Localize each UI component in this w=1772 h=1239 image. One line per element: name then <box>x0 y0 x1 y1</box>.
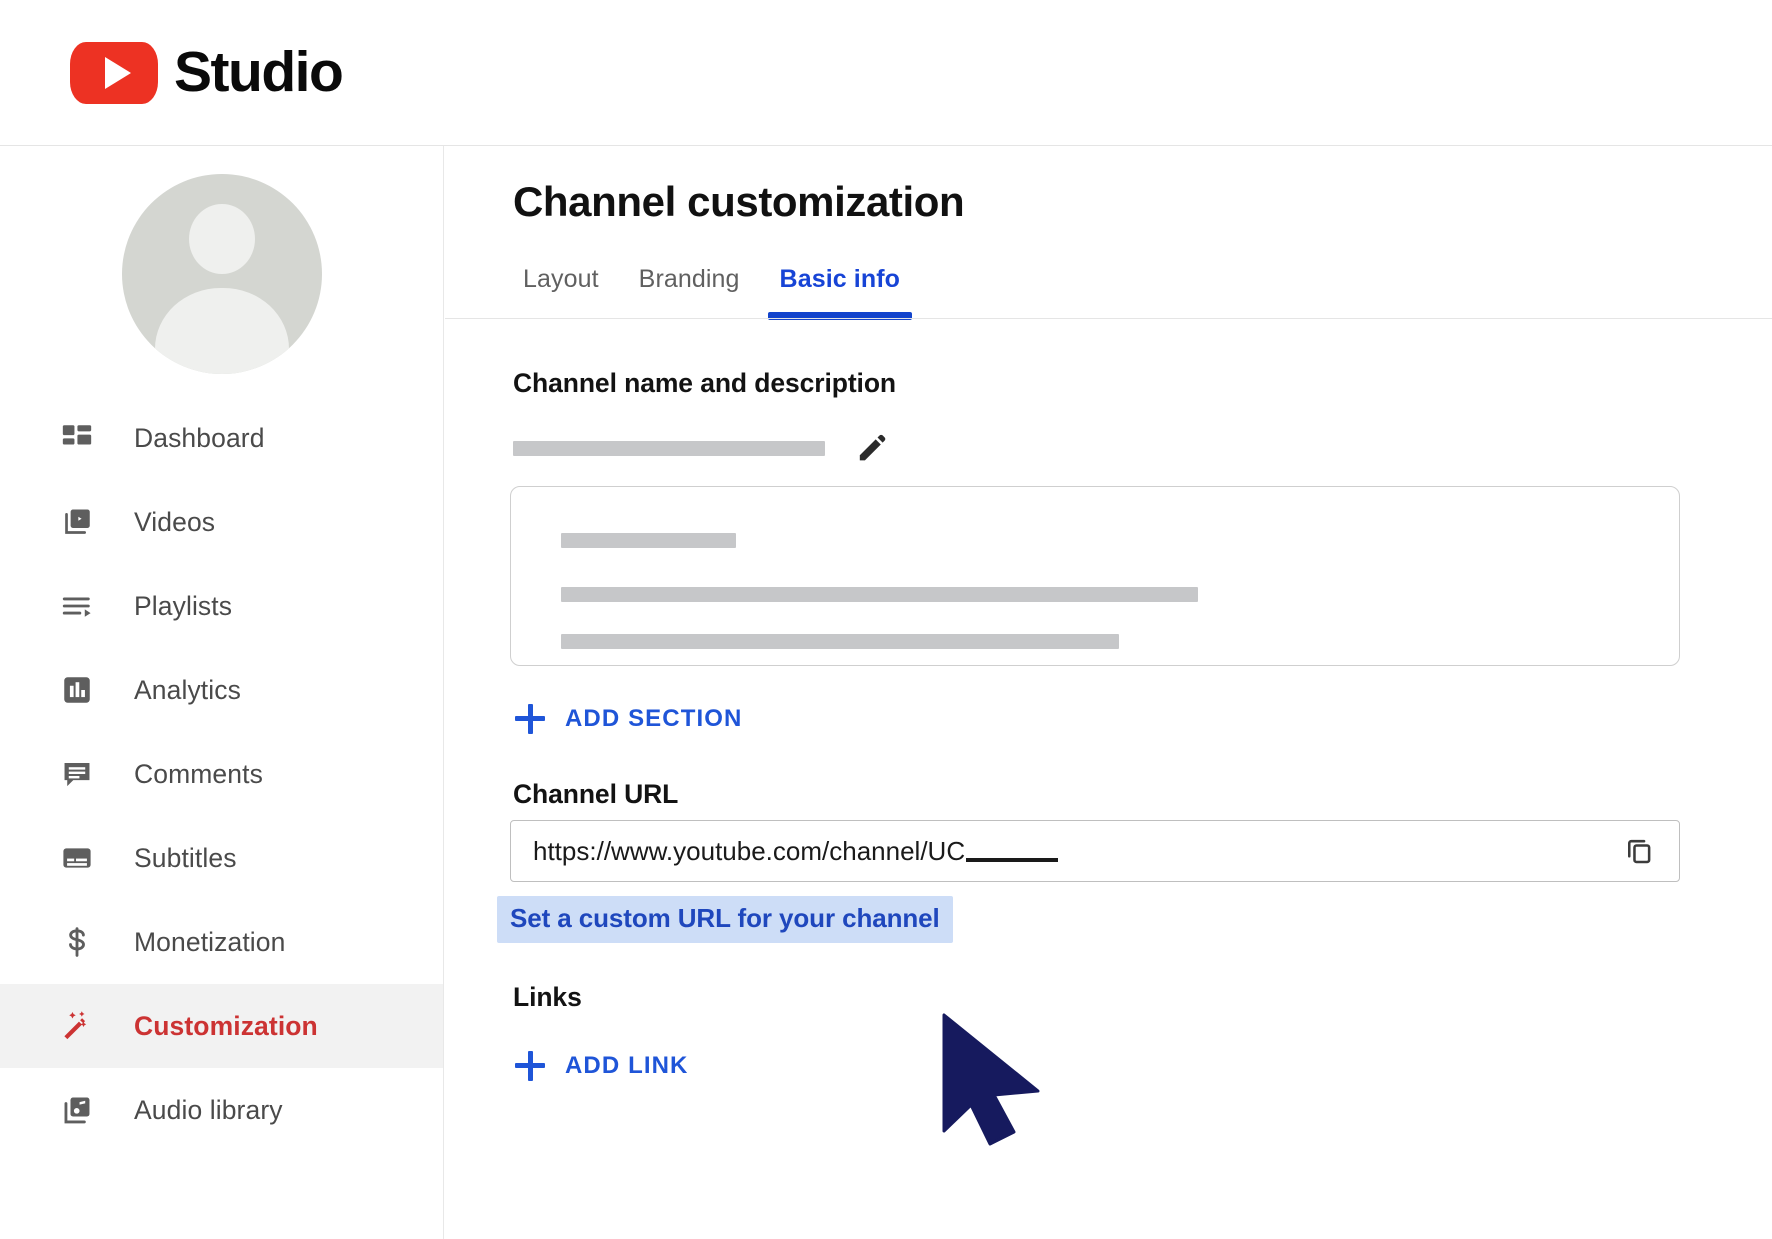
channel-avatar-zone <box>0 146 443 394</box>
sidebar-item-label: Analytics <box>134 675 241 706</box>
copy-icon[interactable] <box>1623 834 1657 868</box>
sidebar-item-playlists[interactable]: Playlists <box>0 564 443 648</box>
pencil-icon[interactable] <box>855 431 889 465</box>
youtube-studio-window: Studio Dashboard <box>0 0 1772 1239</box>
videos-icon <box>58 503 96 541</box>
tab-branding[interactable]: Branding <box>619 265 760 320</box>
sidebar-item-audio-library[interactable]: Audio library <box>0 1068 443 1152</box>
tab-basic-info[interactable]: Basic info <box>760 265 920 320</box>
description-redacted-line <box>561 587 1198 602</box>
sidebar-item-label: Audio library <box>134 1095 283 1126</box>
add-section-button[interactable]: ADD SECTION <box>515 704 742 734</box>
channel-url-redacted-id <box>966 858 1058 862</box>
youtube-play-icon <box>70 42 158 104</box>
channel-url-value: https://www.youtube.com/channel/UC <box>533 836 965 866</box>
sidebar: Dashboard Videos <box>0 146 444 1239</box>
sidebar-item-customization[interactable]: Customization <box>0 984 443 1068</box>
add-link-label: ADD LINK <box>565 1052 688 1080</box>
default-avatar-placeholder-body <box>155 288 289 374</box>
tab-bar: Layout Branding Basic info <box>513 258 920 320</box>
sidebar-item-label: Videos <box>134 507 215 538</box>
channel-url-input[interactable]: https://www.youtube.com/channel/UC <box>510 820 1680 882</box>
channel-description-box[interactable] <box>510 486 1680 666</box>
sidebar-item-label: Monetization <box>134 927 285 958</box>
add-link-button[interactable]: ADD LINK <box>515 1051 688 1081</box>
description-redacted-line <box>561 634 1119 649</box>
playlists-icon <box>58 587 96 625</box>
sidebar-item-analytics[interactable]: Analytics <box>0 648 443 732</box>
sidebar-item-label: Playlists <box>134 591 232 622</box>
dashboard-icon <box>58 419 96 457</box>
description-redacted-line <box>561 533 736 548</box>
sidebar-item-videos[interactable]: Videos <box>0 480 443 564</box>
subtitles-icon <box>58 839 96 877</box>
tab-bar-divider <box>445 318 1772 319</box>
avatar[interactable] <box>122 174 322 374</box>
sidebar-item-monetization[interactable]: Monetization <box>0 900 443 984</box>
default-avatar-placeholder-head <box>189 204 255 274</box>
set-custom-url-link[interactable]: Set a custom URL for your channel <box>497 896 953 943</box>
channel-url-label: Channel URL <box>513 779 678 810</box>
tab-layout[interactable]: Layout <box>513 265 619 320</box>
sidebar-item-comments[interactable]: Comments <box>0 732 443 816</box>
magic-wand-icon <box>58 1007 96 1045</box>
comments-icon <box>58 755 96 793</box>
sidebar-item-label: Subtitles <box>134 843 237 874</box>
plus-icon <box>515 704 545 734</box>
links-label: Links <box>513 982 582 1013</box>
analytics-icon <box>58 671 96 709</box>
sidebar-item-label: Dashboard <box>134 423 265 454</box>
audio-library-icon <box>58 1091 96 1129</box>
page-title: Channel customization <box>513 178 964 226</box>
studio-logo-text: Studio <box>174 44 342 101</box>
plus-icon <box>515 1051 545 1081</box>
channel-name-description-label: Channel name and description <box>513 368 896 399</box>
app-header: Studio <box>0 0 1772 146</box>
sidebar-item-label: Customization <box>134 1011 318 1042</box>
studio-logo[interactable]: Studio <box>70 42 342 104</box>
main-content: Channel customization Layout Branding Ba… <box>445 146 1772 1239</box>
sidebar-item-dashboard[interactable]: Dashboard <box>0 396 443 480</box>
dollar-icon <box>58 923 96 961</box>
sidebar-item-subtitles[interactable]: Subtitles <box>0 816 443 900</box>
channel-url-value-wrap: https://www.youtube.com/channel/UC <box>533 836 1058 867</box>
sidebar-item-label: Comments <box>134 759 263 790</box>
sidebar-nav: Dashboard Videos <box>0 394 443 1152</box>
add-section-label: ADD SECTION <box>565 705 742 733</box>
channel-name-redacted-value <box>513 441 825 456</box>
channel-name-row <box>513 431 889 465</box>
